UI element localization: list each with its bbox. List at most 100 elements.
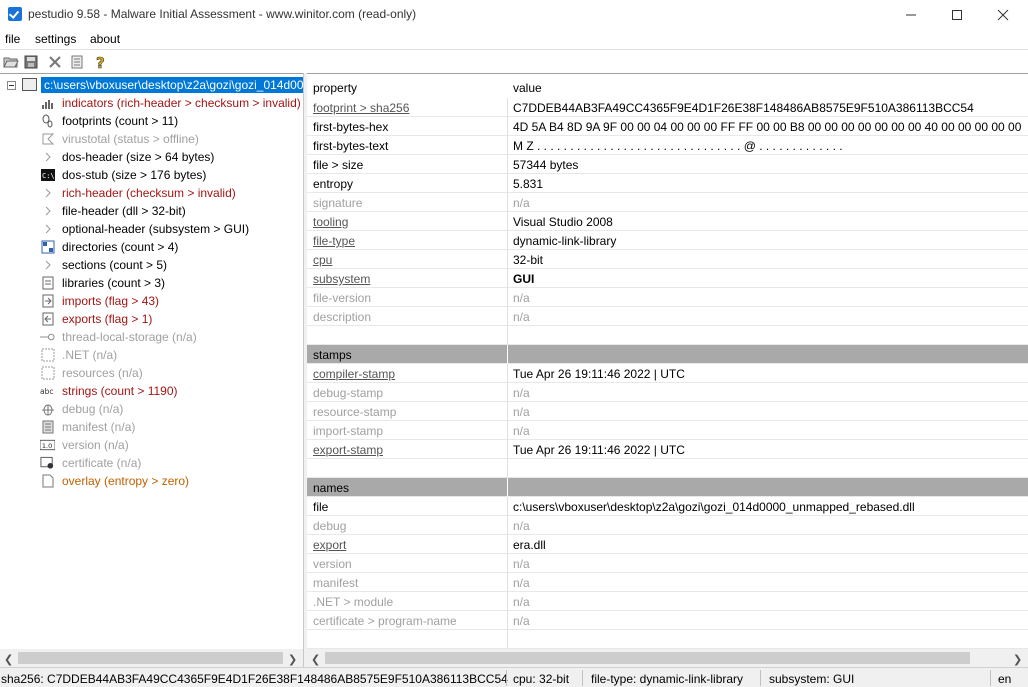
scroll-right-icon[interactable]: ❯ xyxy=(1013,653,1022,666)
tree-item[interactable]: debug (n/a) xyxy=(0,400,303,418)
tree-hscrollbar[interactable]: ❮ ❯ xyxy=(0,649,303,667)
column-property[interactable]: property xyxy=(313,81,357,95)
table-row[interactable]: export-stamp Tue Apr 26 19:11:46 2022 | U… xyxy=(307,440,1028,459)
tree-item[interactable]: resources (n/a) xyxy=(0,364,303,382)
arrow-right-icon xyxy=(40,150,55,164)
status-divider xyxy=(582,670,583,686)
table-row[interactable]: file-type dynamic-link-library xyxy=(307,231,1028,250)
property-cell[interactable]: cpu xyxy=(313,253,332,267)
menu-file[interactable]: file xyxy=(5,32,20,46)
table-row[interactable]: .NET > module n/a xyxy=(307,592,1028,611)
key-icon xyxy=(40,330,55,344)
value-cell: n/a xyxy=(513,386,530,400)
tree-item[interactable]: abc strings (count > 1190) xyxy=(0,382,303,400)
property-cell[interactable]: export xyxy=(313,538,346,552)
tree-item[interactable]: overlay (entropy > zero) xyxy=(0,472,303,490)
table-row[interactable]: import-stamp n/a xyxy=(307,421,1028,440)
column-value[interactable]: value xyxy=(513,81,542,95)
save-icon[interactable] xyxy=(23,54,39,70)
close-button[interactable] xyxy=(980,0,1026,29)
tree-root[interactable]: c:\users\vboxuser\desktop\z2a\gozi\gozi_… xyxy=(0,76,303,94)
tree-item[interactable]: footprints (count > 11) xyxy=(0,112,303,130)
table-row[interactable]: debug n/a xyxy=(307,516,1028,535)
value-cell: n/a xyxy=(513,576,530,590)
table-row[interactable]: cpu 32-bit xyxy=(307,250,1028,269)
property-cell[interactable]: tooling xyxy=(313,215,348,229)
table-row[interactable]: signature n/a xyxy=(307,193,1028,212)
tree-scroll-thumb[interactable] xyxy=(18,652,283,664)
table-row[interactable] xyxy=(307,326,1028,345)
tree-item[interactable]: optional-header (subsystem > GUI) xyxy=(0,220,303,238)
list-icon[interactable] xyxy=(69,54,85,70)
table-row[interactable]: first-bytes-text M Z . . . . . . . . . . … xyxy=(307,136,1028,155)
tree-item[interactable]: rich-header (checksum > invalid) xyxy=(0,184,303,202)
section-header[interactable]: names xyxy=(307,478,1028,497)
property-cell[interactable]: export-stamp xyxy=(313,443,383,457)
value-cell: n/a xyxy=(513,614,530,628)
menu-settings[interactable]: settings xyxy=(35,32,76,46)
property-cell[interactable]: file-type xyxy=(313,234,355,248)
close-file-icon[interactable] xyxy=(47,54,63,70)
property-cell: file > size xyxy=(313,158,364,172)
tree-item[interactable]: certificate (n/a) xyxy=(0,454,303,472)
tree-item[interactable]: C:\ dos-stub (size > 176 bytes) xyxy=(0,166,303,184)
property-cell[interactable]: footprint > sha256 xyxy=(313,101,409,115)
tree-item[interactable]: directories (count > 4) xyxy=(0,238,303,256)
tree-item[interactable]: manifest (n/a) xyxy=(0,418,303,436)
column-divider xyxy=(507,573,508,592)
minimize-button[interactable] xyxy=(888,0,934,29)
table-row[interactable] xyxy=(307,459,1028,478)
detail-scroll-thumb[interactable] xyxy=(325,652,970,664)
tree-item-label: certificate (n/a) xyxy=(62,456,142,470)
tree-root-label[interactable]: c:\users\vboxuser\desktop\z2a\gozi\gozi_… xyxy=(41,77,303,93)
maximize-button[interactable] xyxy=(934,0,980,29)
value-cell: n/a xyxy=(513,196,530,210)
tree-item[interactable]: imports (flag > 43) xyxy=(0,292,303,310)
tree-item-label: footprints (count > 11) xyxy=(62,114,179,128)
detail-hscrollbar[interactable]: ❮ ❯ xyxy=(307,649,1028,667)
table-row[interactable]: tooling Visual Studio 2008 xyxy=(307,212,1028,231)
property-cell[interactable]: compiler-stamp xyxy=(313,367,395,381)
table-row[interactable]: file-version n/a xyxy=(307,288,1028,307)
menu-about[interactable]: about xyxy=(90,32,120,46)
section-header[interactable]: stamps xyxy=(307,345,1028,364)
abc-icon: abc xyxy=(40,384,55,398)
open-icon[interactable] xyxy=(3,54,19,70)
help-icon[interactable]: ? xyxy=(92,54,108,70)
scroll-right-icon[interactable]: ❯ xyxy=(288,653,297,666)
tree-item[interactable]: dos-header (size > 64 bytes) xyxy=(0,148,303,166)
tree-item[interactable]: sections (count > 5) xyxy=(0,256,303,274)
table-row[interactable]: file c:\users\vboxuser\desktop\z2a\gozi\g… xyxy=(307,497,1028,516)
tree-item[interactable]: thread-local-storage (n/a) xyxy=(0,328,303,346)
column-divider xyxy=(507,478,508,497)
table-row[interactable]: debug-stamp n/a xyxy=(307,383,1028,402)
tree-item[interactable]: file-header (dll > 32-bit) xyxy=(0,202,303,220)
column-divider xyxy=(507,440,508,459)
tree-item[interactable]: exports (flag > 1) xyxy=(0,310,303,328)
table-row[interactable]: entropy 5.831 xyxy=(307,174,1028,193)
table-row[interactable]: manifest n/a xyxy=(307,573,1028,592)
table-row[interactable] xyxy=(307,630,1028,649)
table-row[interactable]: first-bytes-hex 4D 5A B4 8D 9A 9F 00 00 0… xyxy=(307,117,1028,136)
column-divider xyxy=(507,193,508,212)
table-row[interactable]: footprint > sha256 C7DDEB44AB3FA49CC4365F… xyxy=(307,98,1028,117)
table-row[interactable]: export era.dll xyxy=(307,535,1028,554)
table-row[interactable]: file > size 57344 bytes xyxy=(307,155,1028,174)
table-row[interactable]: certificate > program-name n/a xyxy=(307,611,1028,630)
collapse-icon[interactable] xyxy=(7,81,16,90)
scroll-left-icon[interactable]: ❮ xyxy=(4,653,13,666)
tree-item[interactable]: .NET (n/a) xyxy=(0,346,303,364)
version-icon: 1.0 xyxy=(40,438,55,452)
property-cell[interactable]: subsystem xyxy=(313,272,370,286)
tree-item[interactable]: virustotal (status > offline) xyxy=(0,130,303,148)
scroll-left-icon[interactable]: ❮ xyxy=(311,653,320,666)
column-divider xyxy=(507,592,508,611)
tree-item[interactable]: 1.0 version (n/a) xyxy=(0,436,303,454)
table-row[interactable]: version n/a xyxy=(307,554,1028,573)
table-row[interactable]: resource-stamp n/a xyxy=(307,402,1028,421)
table-row[interactable]: compiler-stamp Tue Apr 26 19:11:46 2022 |… xyxy=(307,364,1028,383)
tree-item[interactable]: indicators (rich-header > checksum > inv… xyxy=(0,94,303,112)
tree-item[interactable]: libraries (count > 3) xyxy=(0,274,303,292)
table-row[interactable]: subsystem GUI xyxy=(307,269,1028,288)
table-row[interactable]: description n/a xyxy=(307,307,1028,326)
